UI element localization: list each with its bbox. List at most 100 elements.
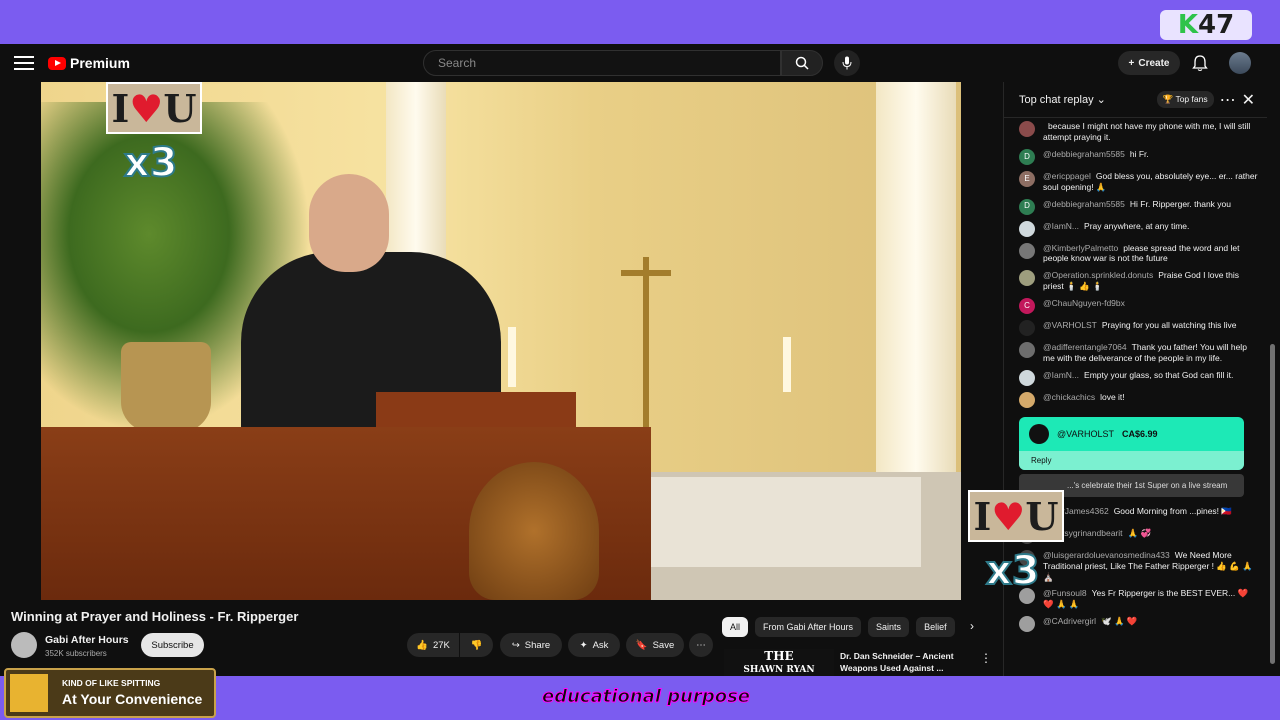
chat-header: Top chat replay ⌄ 🏆 Top fans ⋯ ✕ bbox=[1004, 82, 1267, 118]
chat-scrollbar[interactable] bbox=[1270, 344, 1275, 664]
video-player[interactable] bbox=[41, 82, 961, 600]
super-chat-author[interactable]: @VARHOLST bbox=[1057, 429, 1114, 439]
more-actions-button[interactable]: ⋯ bbox=[689, 633, 713, 657]
close-icon[interactable]: ✕ bbox=[1242, 90, 1255, 110]
chat-author[interactable]: @luisgerardoluevanosmedina433 bbox=[1043, 550, 1170, 560]
share-button[interactable]: ↪ Share bbox=[500, 633, 562, 657]
chat-avatar[interactable]: D bbox=[1019, 148, 1035, 165]
ask-button[interactable]: ✦ Ask bbox=[568, 633, 620, 657]
chat-author[interactable]: @Operation.sprinkled.donuts bbox=[1043, 270, 1153, 280]
create-button[interactable]: + Create bbox=[1118, 51, 1180, 75]
chip-belief[interactable]: Belief bbox=[916, 617, 955, 637]
chat-message[interactable]: @Funsoul8 Yes Fr Ripperger is the BEST EV… bbox=[1004, 585, 1268, 613]
channel-avatar[interactable] bbox=[11, 632, 37, 658]
more-options-icon[interactable]: ⋮ bbox=[980, 651, 992, 665]
chat-avatar[interactable] bbox=[1019, 391, 1035, 408]
chat-avatar[interactable] bbox=[1019, 342, 1035, 358]
menu-icon[interactable] bbox=[14, 54, 34, 72]
youtube-play-icon bbox=[48, 56, 66, 70]
chat-message[interactable]: @KimberlyPalmetto please spread the word … bbox=[1004, 240, 1268, 268]
chat-message[interactable]: D @debbiegraham5585 hi Fr. bbox=[1004, 146, 1268, 168]
chip-all[interactable]: All bbox=[722, 617, 749, 637]
youtube-logo[interactable]: Premium bbox=[48, 55, 130, 71]
top-fans-button[interactable]: 🏆 Top fans bbox=[1156, 91, 1214, 108]
chat-message[interactable]: @IamN... Empty your glass, so that God ca… bbox=[1004, 367, 1268, 389]
chat-avatar[interactable] bbox=[1019, 616, 1035, 633]
chat-text: Good Morning from ...pines! 🇵🇭 bbox=[1113, 505, 1232, 516]
chat-mode-dropdown[interactable]: Top chat replay ⌄ bbox=[1019, 93, 1151, 106]
search-button[interactable] bbox=[781, 50, 823, 76]
chat-message[interactable]: @adifferentangle7064 Thank you father! Yo… bbox=[1004, 339, 1268, 367]
chat-message[interactable]: @Operation.sprinkled.donuts Praise God I … bbox=[1004, 267, 1268, 295]
chat-message[interactable]: E @ericppagel God bless you, absolutely ey… bbox=[1004, 168, 1268, 196]
sticker-i: I bbox=[973, 493, 992, 539]
super-chat-header: @VARHOLST CA$6.99 bbox=[1019, 417, 1244, 451]
chat-avatar[interactable]: E bbox=[1019, 170, 1035, 187]
video-frame-eagle bbox=[469, 462, 599, 600]
chat-message[interactable]: because I might not have my phone with m… bbox=[1004, 118, 1268, 146]
now-playing-widget: KIND OF LIKE SPITTING At Your Convenienc… bbox=[4, 668, 216, 718]
thumbs-down-icon: 👎 bbox=[470, 639, 483, 651]
chat-message[interactable]: @luisgerardoluevanosmedina433 We Need Mor… bbox=[1004, 547, 1268, 586]
chat-author[interactable]: @VARHOLST bbox=[1043, 320, 1097, 330]
video-frame-crucifix-bar bbox=[621, 270, 671, 276]
sticker-u: U bbox=[163, 85, 197, 131]
chat-message[interactable]: @VARHOLST Praying for you all watching th… bbox=[1004, 317, 1268, 339]
chat-avatar[interactable] bbox=[1019, 121, 1035, 137]
chat-author[interactable]: @ChauNguyen-fd9bx bbox=[1043, 298, 1125, 308]
sticker-u: U bbox=[1025, 493, 1059, 539]
chat-avatar[interactable]: D bbox=[1019, 198, 1035, 215]
chat-message-body: @luisgerardoluevanosmedina433 We Need Mor… bbox=[1043, 550, 1258, 583]
chat-message-body: @CAdrivergirl 🕊️ 🙏 ❤️ bbox=[1043, 616, 1138, 627]
chat-text: Pray anywhere, at any time. bbox=[1084, 220, 1190, 231]
sticker-heart: ♥ bbox=[991, 493, 1026, 539]
chat-message-body: @Funsoul8 Yes Fr Ripperger is the BEST EV… bbox=[1043, 588, 1258, 610]
chat-author[interactable]: @adifferentangle7064 bbox=[1043, 342, 1127, 352]
subscribe-button[interactable]: Subscribe bbox=[141, 633, 204, 657]
chat-avatar[interactable] bbox=[1019, 220, 1035, 237]
chat-avatar[interactable] bbox=[1019, 320, 1035, 336]
more-options-icon[interactable]: ⋯ bbox=[1220, 90, 1236, 110]
channel-name[interactable]: Gabi After Hours bbox=[45, 634, 129, 646]
chat-author[interactable]: @Funsoul8 bbox=[1043, 588, 1087, 598]
chat-author[interactable]: @debbiegraham5585 bbox=[1043, 199, 1125, 209]
like-button[interactable]: 👍 27K bbox=[407, 633, 459, 657]
chat-message[interactable]: @IamN... Pray anywhere, at any time. bbox=[1004, 218, 1268, 240]
chat-message[interactable]: D @debbiegraham5585 Hi Fr. Ripperger. than… bbox=[1004, 196, 1268, 218]
chat-author[interactable]: @KimberlyPalmetto bbox=[1043, 243, 1118, 253]
recommended-video[interactable]: THE SHAWN RYAN Dr. Dan Schneider – Ancie… bbox=[724, 649, 994, 677]
super-chat[interactable]: @VARHOLST CA$6.99 Reply bbox=[1019, 416, 1244, 470]
chat-messages: because I might not have my phone with m… bbox=[1004, 118, 1268, 676]
thumbnail-text-line2: SHAWN RYAN bbox=[743, 665, 815, 675]
search-input[interactable]: Search bbox=[423, 50, 781, 76]
chevron-right-icon[interactable]: › bbox=[970, 619, 974, 633]
chat-author[interactable]: @debbiegraham5585 bbox=[1043, 149, 1125, 159]
chat-author[interactable]: @IamN... bbox=[1043, 221, 1079, 231]
chat-author[interactable]: @chickachics bbox=[1043, 392, 1095, 402]
sticker-multiplier: x3 bbox=[123, 139, 179, 187]
stream-badge-letter: K bbox=[1177, 10, 1198, 40]
chat-author[interactable]: @IamN... bbox=[1043, 370, 1079, 380]
chat-avatar[interactable] bbox=[1019, 242, 1035, 259]
top-fans-label: Top fans bbox=[1175, 94, 1208, 104]
reply-button[interactable]: Reply bbox=[1019, 450, 1244, 470]
notifications-bell-icon[interactable] bbox=[1192, 54, 1208, 72]
chat-author[interactable]: @CAdrivergirl bbox=[1043, 616, 1096, 626]
now-playing-subtitle: KIND OF LIKE SPITTING bbox=[62, 678, 161, 688]
dislike-button[interactable]: 👎 bbox=[460, 633, 493, 657]
save-label: Save bbox=[652, 639, 675, 651]
chat-message-body: ...therJames4362 Good Morning from ...pin… bbox=[1043, 506, 1232, 517]
sticker-i: I bbox=[111, 85, 130, 131]
chip-from-gabi-after-hours[interactable]: From Gabi After Hours bbox=[755, 617, 862, 637]
chat-author[interactable]: @ericppagel bbox=[1043, 171, 1091, 181]
save-button[interactable]: 🔖 Save bbox=[626, 633, 684, 657]
chat-avatar[interactable] bbox=[1019, 369, 1035, 386]
chip-saints[interactable]: Saints bbox=[868, 617, 910, 637]
chat-avatar[interactable] bbox=[1019, 270, 1035, 287]
voice-search-button[interactable] bbox=[834, 50, 860, 76]
chat-avatar[interactable]: C bbox=[1019, 298, 1035, 314]
chat-message[interactable]: @chickachics love it! bbox=[1004, 389, 1268, 411]
account-avatar[interactable] bbox=[1229, 52, 1251, 74]
chat-message[interactable]: @CAdrivergirl 🕊️ 🙏 ❤️ bbox=[1004, 613, 1268, 635]
chat-message[interactable]: C @ChauNguyen-fd9bx bbox=[1004, 295, 1268, 317]
